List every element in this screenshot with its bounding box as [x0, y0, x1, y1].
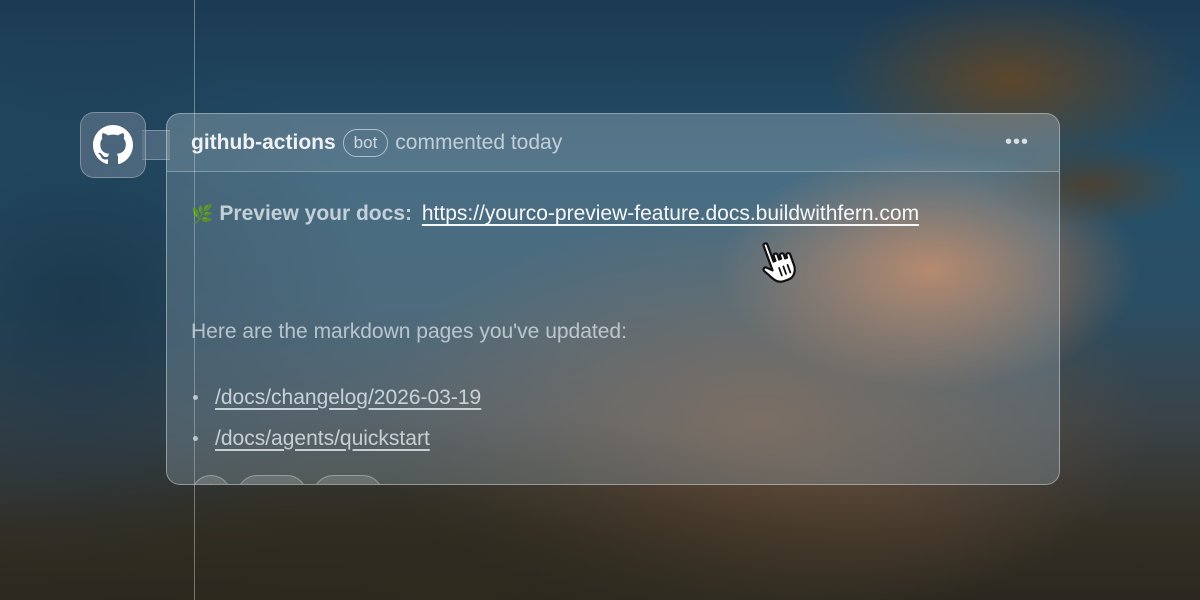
list-item: /docs/agents/quickstart	[191, 418, 481, 459]
author-name[interactable]: github-actions	[191, 131, 336, 155]
author-avatar[interactable]	[80, 112, 146, 178]
reaction-count: 1	[281, 484, 292, 485]
github-icon	[93, 125, 133, 165]
add-reaction-button[interactable]	[191, 475, 231, 484]
reaction-count: 1	[357, 484, 368, 485]
updated-pages-list: /docs/changelog/2026-03-19 /docs/agents/…	[191, 377, 481, 459]
more-options-button[interactable]: •••	[1005, 132, 1029, 152]
comment-timestamp: commented today	[395, 130, 563, 154]
list-item: /docs/changelog/2026-03-19	[191, 377, 481, 418]
reactions-bar: 🎉 1 🚀 1	[191, 475, 389, 485]
reaction-tada[interactable]: 🎉 1	[237, 475, 307, 485]
preview-label: Preview your docs:	[219, 202, 412, 225]
preview-url-link[interactable]: https://yourco-preview-feature.docs.buil…	[422, 202, 919, 225]
bullet	[193, 395, 198, 400]
leaf-icon: 🌿	[191, 204, 214, 224]
updated-pages-intro: Here are the markdown pages you've updat…	[191, 320, 627, 343]
page-link-quickstart[interactable]: /docs/agents/quickstart	[215, 427, 430, 451]
preview-line: 🌿 Preview your docs: https://yourco-previ…	[191, 202, 919, 226]
bullet	[193, 436, 198, 441]
comment-card: github-actions bot commented today ••• 🌿…	[166, 113, 1060, 485]
page-link-changelog[interactable]: /docs/changelog/2026-03-19	[215, 386, 481, 410]
smiley-icon	[209, 483, 213, 484]
comment-header: github-actions bot commented today •••	[167, 114, 1059, 172]
hand-pointer-icon	[762, 242, 796, 283]
bot-badge: bot	[342, 128, 389, 157]
reaction-rocket[interactable]: 🚀 1	[312, 475, 383, 485]
